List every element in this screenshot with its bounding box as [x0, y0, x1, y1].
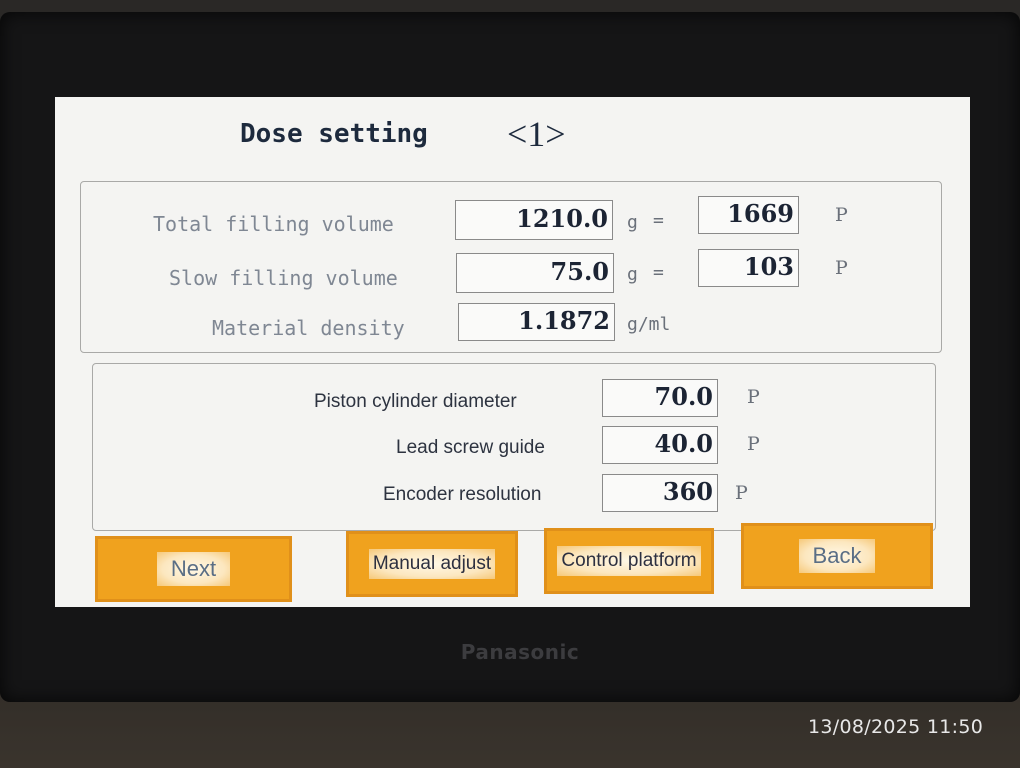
slow-filling-pulse-unit: P	[835, 257, 848, 279]
manual-adjust-button[interactable]: Manual adjust	[346, 531, 518, 597]
slow-filling-volume-label: Slow filling volume	[169, 266, 398, 290]
equals-sign: =	[653, 262, 664, 283]
hmi-screen: Dose setting <1> Total filling volume 12…	[55, 97, 970, 607]
next-button-label: Next	[156, 552, 231, 586]
material-density-label: Material density	[212, 316, 405, 340]
lead-screw-guide-label: Lead screw guide	[396, 437, 545, 458]
piston-cylinder-diameter-input[interactable]: 70.0	[602, 379, 718, 417]
next-button[interactable]: Next	[95, 536, 292, 602]
panasonic-logo: Panasonic	[460, 640, 580, 664]
manual-adjust-button-label: Manual adjust	[368, 549, 496, 579]
lead-screw-guide-input[interactable]: 40.0	[602, 426, 718, 464]
slow-filling-volume-input[interactable]: 75.0	[456, 253, 614, 293]
material-density-unit: g/ml	[627, 314, 671, 335]
page-title: Dose setting	[240, 119, 428, 149]
encoder-resolution-input[interactable]: 360	[602, 474, 718, 512]
control-platform-button-label: Control platform	[557, 546, 701, 576]
equals-sign: =	[653, 210, 664, 231]
photo-timestamp: 13/08/2025 11:50	[808, 716, 984, 738]
back-button[interactable]: Back	[741, 523, 933, 589]
page-indicator: <1>	[507, 114, 566, 154]
total-filling-pulse-unit: P	[835, 204, 848, 226]
slow-filling-volume-unit: g	[627, 264, 638, 285]
control-platform-button[interactable]: Control platform	[544, 528, 714, 594]
material-density-input[interactable]: 1.1872	[458, 303, 615, 341]
piston-cylinder-diameter-unit: P	[747, 386, 760, 408]
dose-panel: Total filling volume 1210.0 g = 1669 P S…	[80, 181, 942, 353]
piston-cylinder-diameter-label: Piston cylinder diameter	[314, 391, 517, 412]
encoder-resolution-unit: P	[735, 482, 748, 504]
mechanical-panel: Piston cylinder diameter 70.0 P Lead scr…	[92, 363, 936, 531]
slow-filling-pulses-input[interactable]: 103	[698, 249, 799, 287]
back-button-label: Back	[798, 539, 876, 573]
lead-screw-guide-unit: P	[747, 433, 760, 455]
encoder-resolution-label: Encoder resolution	[383, 484, 542, 505]
total-filling-volume-label: Total filling volume	[153, 212, 394, 236]
total-filling-pulses-input[interactable]: 1669	[698, 196, 799, 234]
total-filling-volume-unit: g	[627, 212, 638, 233]
total-filling-volume-input[interactable]: 1210.0	[455, 200, 613, 240]
